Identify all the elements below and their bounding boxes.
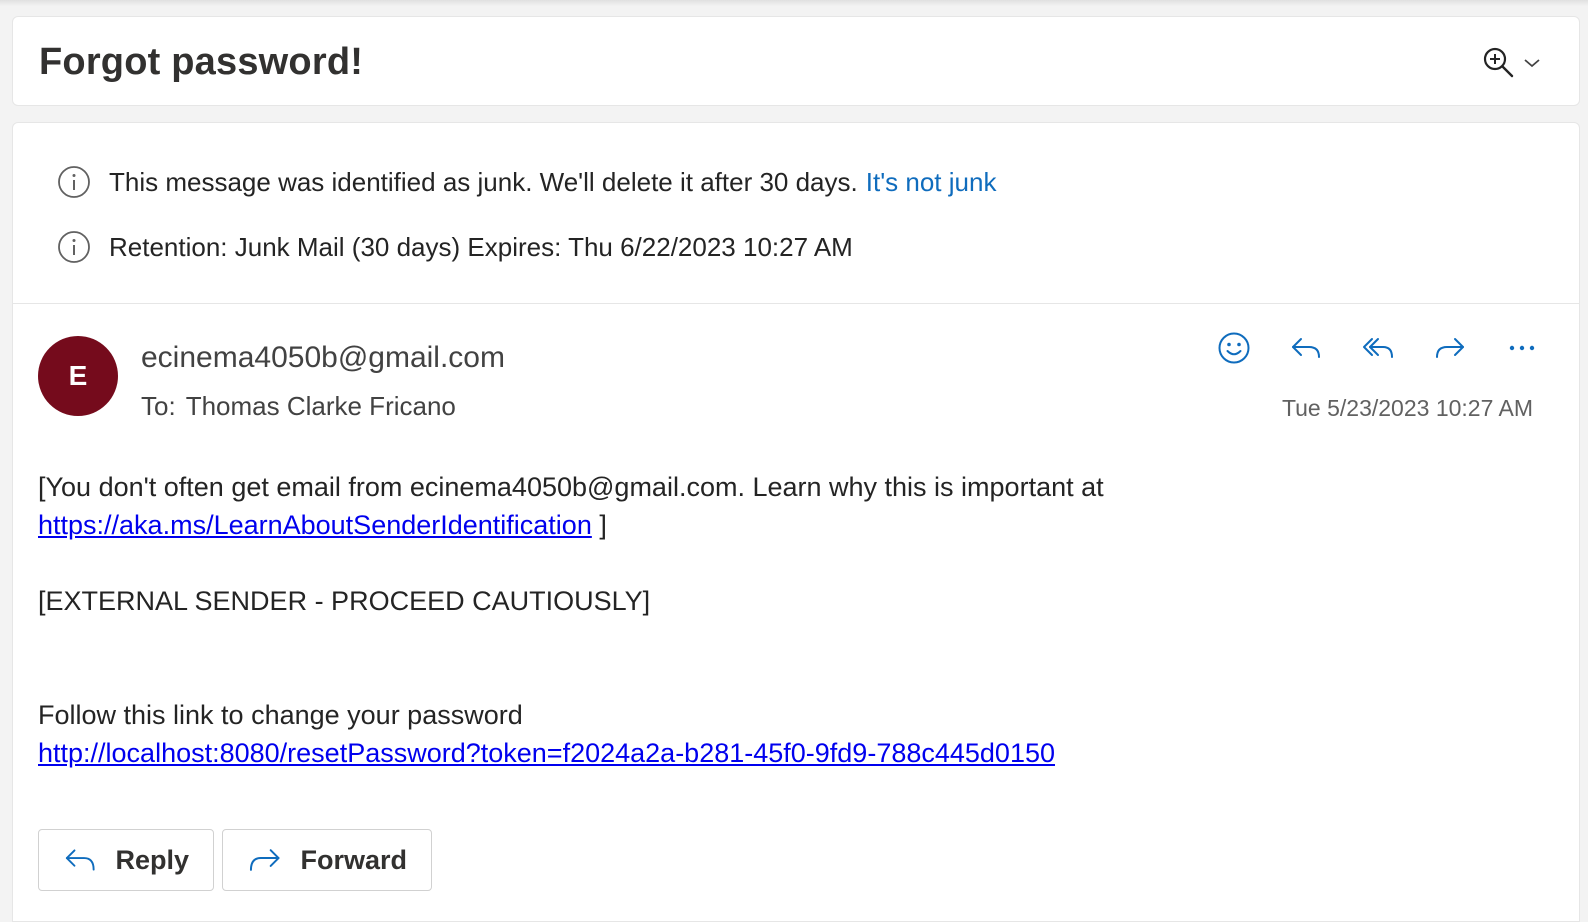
message-actions	[1217, 331, 1539, 365]
reset-password-link[interactable]: http://localhost:8080/resetPassword?toke…	[38, 738, 1055, 768]
divider	[13, 303, 1579, 304]
subject-header: Forgot password!	[12, 16, 1580, 106]
zoom-in-icon	[1483, 47, 1514, 78]
link-suffix: ]	[591, 510, 607, 540]
reading-pane: This message was identified as junk. We'…	[12, 122, 1580, 922]
reply-button-label: Reply	[115, 844, 189, 875]
sender-id-paragraph: [You don't often get email from ecinema4…	[38, 468, 1538, 544]
forward-button-label: Forward	[300, 844, 407, 875]
avatar[interactable]: E	[38, 336, 118, 416]
received-date: Tue 5/23/2023 10:27 AM	[1281, 395, 1533, 421]
forward-icon[interactable]	[1433, 331, 1467, 365]
info-icon	[58, 231, 90, 263]
retention-text: Retention: Junk Mail (30 days) Expires: …	[109, 231, 853, 262]
learn-about-sender-link[interactable]: https://aka.ms/LearnAboutSenderIdentific…	[38, 510, 592, 540]
not-junk-link[interactable]: It's not junk	[866, 167, 997, 198]
more-icon[interactable]	[1505, 331, 1539, 365]
junk-notice-text: This message was identified as junk. We'…	[109, 166, 858, 197]
recipient-name[interactable]: Thomas Clarke Fricano	[186, 391, 456, 421]
emoji-icon[interactable]	[1217, 331, 1251, 365]
top-shade	[0, 0, 1588, 6]
external-warning: [EXTERNAL SENDER - PROCEED CAUTIOUSLY]	[38, 586, 651, 616]
follow-text: Follow this link to change your password	[38, 700, 523, 730]
reply-icon[interactable]	[1289, 331, 1323, 365]
email-subject: Forgot password!	[39, 41, 364, 83]
retention-notice: Retention: Junk Mail (30 days) Expires: …	[57, 227, 853, 267]
sender-email[interactable]: ecinema4050b@gmail.com	[141, 341, 505, 375]
reply-icon	[65, 849, 95, 871]
junk-notice: This message was identified as junk. We'…	[57, 162, 996, 202]
recipient-line: To: Thomas Clarke Fricano	[141, 391, 456, 422]
zoom-button[interactable]	[1481, 43, 1541, 83]
info-icon	[58, 166, 90, 198]
reply-button[interactable]: Reply	[38, 829, 214, 891]
reply-all-icon[interactable]	[1361, 331, 1395, 365]
forward-button[interactable]: Forward	[222, 829, 432, 891]
chevron-down-icon	[1524, 59, 1540, 68]
sender-id-text: [You don't often get email from ecinema4…	[38, 472, 1104, 502]
to-label: To:	[141, 391, 176, 421]
message-body: [You don't often get email from ecinema4…	[38, 468, 1538, 772]
forward-icon	[249, 849, 280, 871]
